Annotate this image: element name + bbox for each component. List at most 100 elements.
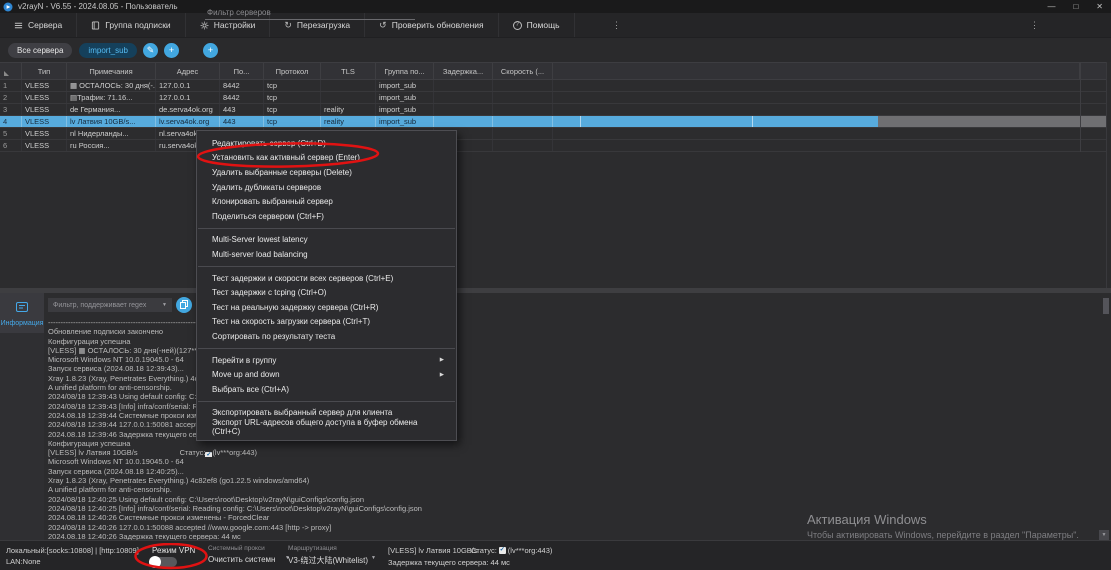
menubar-item-6[interactable]: ?Помощь — [499, 13, 575, 37]
status-value: (lv***org:443) — [508, 546, 553, 555]
context-menu-item[interactable]: Тест задержки с tcping (Ctrl+O) — [197, 285, 456, 300]
maximize-button[interactable]: □ — [1073, 2, 1078, 11]
cell-remark: ▦ ОСТАЛОСЬ: 30 дня(-... — [67, 80, 156, 91]
column-header-2[interactable]: Примечания — [67, 63, 156, 79]
table-row[interactable]: 4VLESSlv Латвия 10GB/s...lv.serva4ok.org… — [0, 116, 1106, 128]
column-header-select[interactable] — [0, 63, 22, 79]
connection-status: Статус: ✓ (lv***org:443) — [471, 546, 552, 555]
context-menu-item[interactable]: Удалить выбранные серверы (Delete) — [197, 165, 456, 180]
cell-num: 1 — [0, 80, 22, 91]
cell-remark: ▤Трафик: 71.16... — [67, 92, 156, 103]
context-menu-item-label: Установить как активный сервер (Enter) — [212, 153, 360, 162]
close-button[interactable]: ✕ — [1096, 2, 1103, 11]
add-subscription-button[interactable]: + — [164, 43, 179, 58]
context-menu-item-label: Тест на скорость загрузки сервера (Ctrl+… — [212, 317, 370, 326]
menu-bar: СервераГруппа подпискиНастройки↻Перезагр… — [0, 13, 1111, 38]
context-menu-item[interactable]: Перейти в группу▶ — [197, 353, 456, 368]
context-menu-item[interactable]: Multi-server load balancing — [197, 247, 456, 262]
context-menu-item[interactable]: Удалить дубликаты серверов — [197, 180, 456, 195]
cell-num: 6 — [0, 140, 22, 151]
reboot-icon: ↻ — [284, 20, 292, 31]
cell-group: import_sub — [376, 92, 434, 103]
cell-speed — [493, 80, 553, 91]
routing-value: V3-绕过大陆(Whitelist) — [288, 555, 368, 566]
column-header-3[interactable]: Адрес — [156, 63, 220, 79]
cell-type: VLESS — [22, 128, 67, 139]
selected-row-gray-segment — [878, 116, 1106, 127]
all-servers-chip[interactable]: Все сервера — [8, 43, 72, 58]
cell-protocol: tcp — [264, 116, 321, 127]
table-row[interactable]: 2VLESS▤Трафик: 71.16...127.0.0.18442tcpi… — [0, 92, 1106, 104]
menubar-item-1[interactable]: Сервера — [0, 13, 77, 37]
context-menu-item-label: Удалить выбранные серверы (Delete) — [212, 168, 352, 177]
table-row[interactable]: 6VLESSru Россия...ru.serva4ok.org — [0, 140, 1106, 152]
system-proxy-select[interactable]: Очистить системн ▼ — [208, 555, 290, 564]
column-header-6[interactable]: TLS — [321, 63, 376, 79]
cell-type: VLESS — [22, 140, 67, 151]
context-menu-item[interactable]: Поделиться сервером (Ctrl+F) — [197, 209, 456, 224]
context-menu-item[interactable]: Редактировать сервер (Ctrl+D) — [197, 136, 456, 151]
column-header-9[interactable]: Скорость (... — [493, 63, 553, 79]
table-row[interactable]: 1VLESS▦ ОСТАЛОСЬ: 30 дня(-...127.0.0.184… — [0, 80, 1106, 92]
cell-address: de.serva4ok.org — [156, 104, 220, 115]
context-menu-item[interactable]: Тест на реальную задержку сервера (Ctrl+… — [197, 300, 456, 315]
context-menu-item[interactable]: Multi-Server lowest latency — [197, 233, 456, 248]
subscription-chip[interactable]: import_sub — [79, 43, 137, 58]
cell-type: VLESS — [22, 80, 67, 91]
server-filter-input[interactable] — [205, 5, 415, 20]
current-delay-label: Задержка текущего сервера: 44 мс — [388, 558, 510, 567]
column-header-1[interactable]: Тип — [22, 63, 67, 79]
menubar-overflow-icon[interactable]: ⋮ — [612, 13, 621, 38]
context-menu-item[interactable]: Клонировать выбранный сервер — [197, 194, 456, 209]
lan-label: LAN:None — [6, 557, 41, 566]
scrollbar-down-arrow[interactable]: ▼ — [1099, 530, 1109, 540]
menubar-item-label: Перезагрузка — [297, 20, 350, 30]
tab-information[interactable]: Информация — [0, 293, 44, 333]
minimize-button[interactable]: — — [1047, 2, 1055, 11]
titlebar-overflow-icon[interactable]: ⋮ — [1030, 13, 1039, 38]
context-menu-item[interactable]: Выбрать все (Ctrl+A) — [197, 382, 456, 397]
system-proxy-label: Системный прокси — [208, 545, 265, 552]
status-bar: Локальный:[socks:10808] | [http:10809] L… — [0, 540, 1111, 570]
server-toolbar: Все сервера import_sub ✎ + + — [0, 38, 1111, 62]
menubar-item-label: Помощь — [527, 20, 560, 30]
context-menu-item-label: Multi-server load balancing — [212, 250, 308, 259]
cell-port: 8442 — [220, 92, 264, 103]
app-window: v2rayN - V6.55 - 2024.08.05 - Пользовате… — [0, 0, 1111, 570]
context-menu-item[interactable]: Установить как активный сервер (Enter) — [197, 151, 456, 166]
status-label: Статус: — [471, 546, 497, 555]
copy-log-button[interactable] — [176, 297, 192, 313]
cell-tls — [321, 80, 376, 91]
context-menu-separator — [198, 401, 455, 402]
context-menu-item[interactable]: Сортировать по результату теста — [197, 329, 456, 344]
table-row[interactable]: 3VLESSde Германия...de.serva4ok.org443tc… — [0, 104, 1106, 116]
panel-splitter[interactable] — [0, 288, 1111, 293]
column-header-4[interactable]: По... — [220, 63, 264, 79]
cell-address: lv.serva4ok.org — [156, 116, 220, 127]
context-menu-item[interactable]: Экспорт URL-адресов общего доступа в буф… — [197, 420, 456, 435]
table-row[interactable]: 5VLESSnl Нидерланды...nl.serva4ok.org — [0, 128, 1106, 140]
context-menu-item-label: Удалить дубликаты серверов — [212, 183, 321, 192]
column-header-7[interactable]: Группа по... — [376, 63, 434, 79]
cell-delay — [434, 104, 493, 115]
context-menu-item[interactable]: Тест на скорость загрузки сервера (Ctrl+… — [197, 315, 456, 330]
cell-protocol: tcp — [264, 104, 321, 115]
vpn-mode-toggle[interactable] — [150, 557, 177, 567]
menubar-item-2[interactable]: Группа подписки — [77, 13, 185, 37]
cell-group: import_sub — [376, 80, 434, 91]
log-filter-combo[interactable]: Фильтр, поддерживает regex ▼ — [48, 298, 172, 312]
routing-select[interactable]: V3-绕过大陆(Whitelist) ▼ — [288, 555, 376, 566]
column-header-8[interactable]: Задержка... — [434, 63, 493, 79]
cell-num: 2 — [0, 92, 22, 103]
context-menu-item-label: Тест задержки и скорости всех серверов (… — [212, 274, 393, 283]
edit-subscription-button[interactable]: ✎ — [143, 43, 158, 58]
windows-activation-watermark: Активация Windows — [807, 512, 927, 527]
cell-type: VLESS — [22, 92, 67, 103]
context-menu-item-label: Тест на реальную задержку сервера (Ctrl+… — [212, 303, 378, 312]
context-menu-item[interactable]: Move up and down▶ — [197, 367, 456, 382]
column-header-5[interactable]: Протокол — [264, 63, 321, 79]
add-server-button[interactable]: + — [203, 43, 218, 58]
scrollbar-thumb[interactable] — [1103, 298, 1109, 314]
context-menu-item[interactable]: Тест задержки и скорости всех серверов (… — [197, 271, 456, 286]
context-menu-item-label: Move up and down — [212, 370, 280, 379]
